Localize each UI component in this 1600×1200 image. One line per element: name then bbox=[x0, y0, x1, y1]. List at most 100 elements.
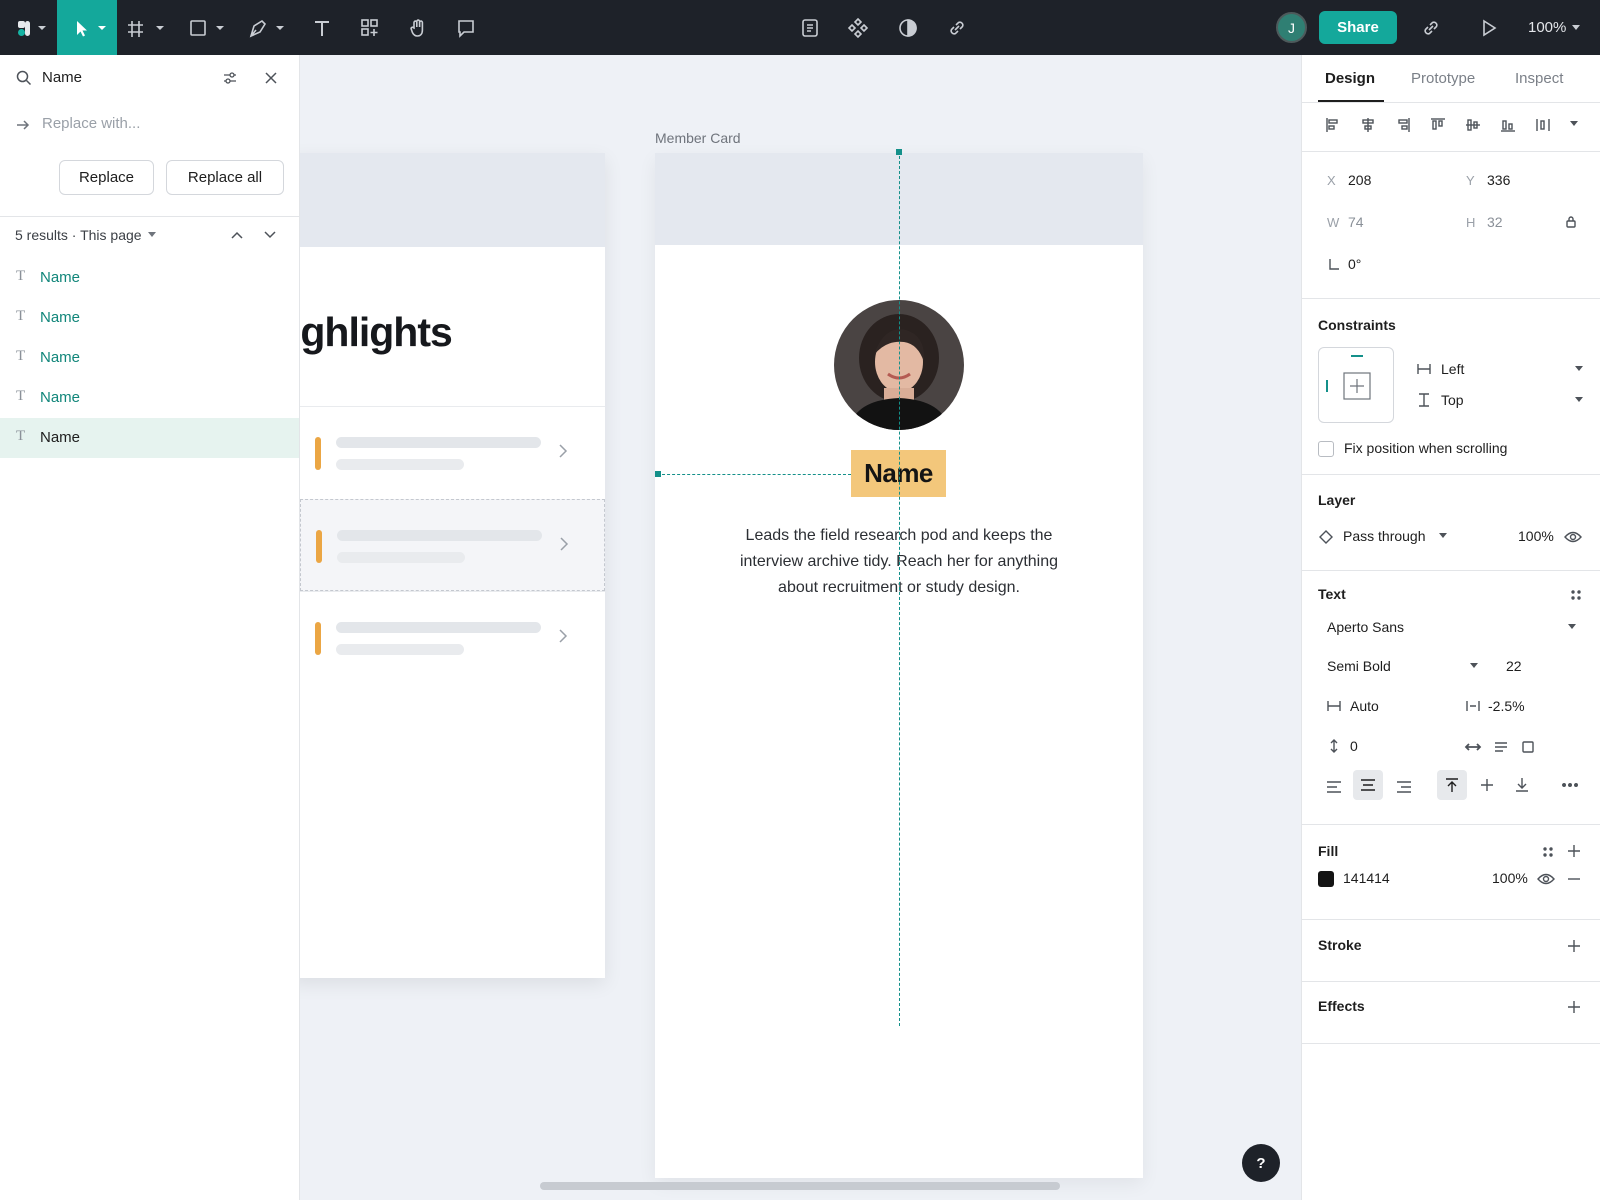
contrast-button[interactable] bbox=[893, 0, 923, 55]
vertical-align-middle-icon[interactable] bbox=[1479, 777, 1495, 793]
result-item[interactable]: T Name bbox=[0, 258, 299, 298]
results-scope-dropdown[interactable]: 5 results · This page bbox=[15, 227, 156, 243]
fill-styles-icon[interactable] bbox=[1542, 846, 1554, 858]
main-menu-button[interactable] bbox=[6, 0, 56, 55]
component-button[interactable] bbox=[843, 0, 873, 55]
divider bbox=[1302, 1043, 1600, 1044]
shape-tool-button[interactable] bbox=[182, 0, 232, 55]
horizontal-constraint-select[interactable]: Left bbox=[1441, 361, 1464, 377]
notes-button[interactable] bbox=[795, 0, 825, 55]
font-size-input[interactable]: 22 bbox=[1506, 658, 1522, 674]
width-input[interactable]: 74 bbox=[1348, 214, 1364, 230]
text-align-left-icon[interactable] bbox=[1326, 780, 1342, 794]
replace-input[interactable]: Replace with... bbox=[42, 115, 140, 132]
vertical-align-top-button[interactable] bbox=[1437, 770, 1467, 800]
rotation-input[interactable]: 0° bbox=[1348, 256, 1361, 272]
move-tool-icon bbox=[65, 17, 109, 39]
tab-design[interactable]: Design bbox=[1325, 70, 1375, 87]
vertical-constraint-select[interactable]: Top bbox=[1441, 392, 1464, 408]
copy-link-button[interactable] bbox=[1416, 0, 1446, 55]
frame-tool-button[interactable] bbox=[120, 0, 170, 55]
y-input[interactable]: 336 bbox=[1487, 172, 1510, 188]
lock-icon[interactable] bbox=[1564, 215, 1578, 229]
fill-opacity-input[interactable]: 100% bbox=[1492, 870, 1528, 886]
replace-all-button[interactable]: Replace all bbox=[166, 160, 284, 195]
result-item[interactable]: T Name bbox=[0, 378, 299, 418]
list-item[interactable] bbox=[300, 591, 605, 683]
close-icon[interactable] bbox=[263, 70, 279, 86]
fixed-size-icon[interactable] bbox=[1521, 740, 1535, 754]
chevron-down-icon[interactable] bbox=[1439, 533, 1447, 539]
result-item[interactable]: T Name bbox=[0, 298, 299, 338]
comment-tool-button[interactable] bbox=[451, 0, 481, 55]
design-canvas[interactable]: ighlights Member Card Name Leads the fie… bbox=[300, 55, 1301, 1200]
align-center-v-icon[interactable] bbox=[1465, 117, 1481, 133]
chevron-down-icon[interactable] bbox=[1570, 121, 1578, 127]
text-layer-icon: T bbox=[16, 428, 26, 444]
auto-width-icon[interactable] bbox=[1464, 741, 1482, 753]
line-height-input[interactable]: Auto bbox=[1350, 698, 1379, 714]
list-item[interactable] bbox=[300, 406, 605, 498]
frame-label[interactable]: Member Card bbox=[655, 130, 741, 146]
present-button[interactable] bbox=[1473, 0, 1503, 55]
add-effect-icon[interactable] bbox=[1567, 1000, 1581, 1014]
layer-opacity-input[interactable]: 100% bbox=[1518, 528, 1554, 544]
constraints-widget[interactable] bbox=[1318, 347, 1394, 423]
align-center-h-icon[interactable] bbox=[1360, 117, 1376, 133]
fill-hex-input[interactable]: 141414 bbox=[1343, 870, 1390, 886]
distribute-icon[interactable] bbox=[1535, 117, 1551, 133]
align-bottom-icon[interactable] bbox=[1500, 117, 1516, 133]
move-tool-button[interactable] bbox=[57, 0, 117, 55]
font-weight-select[interactable]: Semi Bold bbox=[1327, 658, 1391, 674]
replace-button[interactable]: Replace bbox=[59, 160, 154, 195]
result-item[interactable]: T Name bbox=[0, 338, 299, 378]
highlights-frame[interactable]: ighlights bbox=[300, 153, 605, 978]
auto-height-icon[interactable] bbox=[1494, 741, 1508, 753]
vertical-align-bottom-icon[interactable] bbox=[1514, 777, 1530, 793]
x-input[interactable]: 208 bbox=[1348, 172, 1371, 188]
user-avatar[interactable]: J bbox=[1276, 12, 1307, 43]
paragraph-spacing-input[interactable]: 0 bbox=[1350, 738, 1358, 754]
letter-spacing-input[interactable]: -2.5% bbox=[1488, 698, 1525, 714]
hand-tool-button[interactable] bbox=[403, 0, 433, 55]
eye-icon[interactable] bbox=[1537, 872, 1555, 886]
share-button[interactable]: Share bbox=[1319, 11, 1397, 44]
height-input[interactable]: 32 bbox=[1487, 214, 1503, 230]
chevron-down-icon[interactable] bbox=[1568, 624, 1576, 630]
align-left-icon[interactable] bbox=[1325, 117, 1341, 133]
font-family-select[interactable]: Aperto Sans bbox=[1327, 619, 1404, 635]
list-item-hovered[interactable] bbox=[300, 499, 605, 591]
next-result-icon[interactable] bbox=[263, 230, 277, 240]
chevron-down-icon[interactable] bbox=[1575, 397, 1583, 403]
zoom-dropdown[interactable]: 100% bbox=[1528, 0, 1581, 55]
align-top-icon[interactable] bbox=[1430, 117, 1446, 133]
filter-settings-icon[interactable] bbox=[222, 70, 238, 86]
previous-result-icon[interactable] bbox=[230, 230, 244, 240]
help-button[interactable]: ? bbox=[1242, 1144, 1280, 1182]
blend-mode-select[interactable]: Pass through bbox=[1343, 528, 1426, 544]
add-fill-icon[interactable] bbox=[1567, 844, 1581, 858]
tab-prototype[interactable]: Prototype bbox=[1411, 70, 1475, 87]
horizontal-scrollbar[interactable] bbox=[540, 1182, 1060, 1190]
chevron-down-icon[interactable] bbox=[1470, 663, 1478, 669]
fill-color-swatch[interactable] bbox=[1318, 871, 1334, 887]
chevron-down-icon[interactable] bbox=[1575, 366, 1583, 372]
result-label: Name bbox=[40, 429, 81, 446]
pen-tool-button[interactable] bbox=[242, 0, 292, 55]
add-stroke-icon[interactable] bbox=[1567, 939, 1581, 953]
fix-position-checkbox[interactable] bbox=[1318, 441, 1334, 457]
components-tool-button[interactable] bbox=[355, 0, 385, 55]
text-align-right-icon[interactable] bbox=[1396, 780, 1412, 794]
tab-inspect[interactable]: Inspect bbox=[1515, 70, 1563, 87]
result-item-selected[interactable]: T Name bbox=[0, 418, 299, 458]
text-layer-icon: T bbox=[16, 348, 26, 364]
align-right-icon[interactable] bbox=[1395, 117, 1411, 133]
link-button[interactable] bbox=[942, 0, 972, 55]
text-align-center-button[interactable] bbox=[1353, 770, 1383, 800]
text-tool-button[interactable] bbox=[307, 0, 337, 55]
eye-icon[interactable] bbox=[1564, 530, 1582, 544]
more-options-icon[interactable] bbox=[1562, 783, 1578, 787]
search-input[interactable]: Name bbox=[42, 69, 82, 86]
text-styles-icon[interactable] bbox=[1570, 589, 1582, 601]
remove-fill-icon[interactable] bbox=[1567, 878, 1581, 880]
